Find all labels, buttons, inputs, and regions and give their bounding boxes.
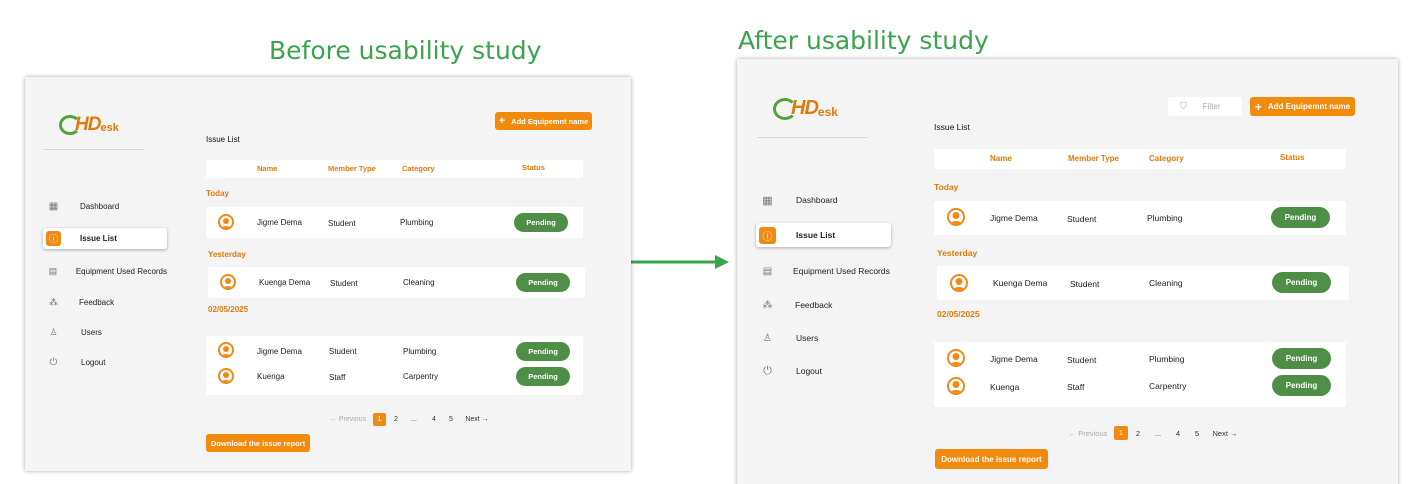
feedback-icon: ⁂ [49,296,58,307]
avatar-icon [218,342,234,358]
status-badge: Pending [1271,207,1330,228]
arrow-right-icon [631,255,729,269]
status-badge: Pending [1272,375,1331,396]
plus-icon: + [498,115,506,127]
pager-page-5[interactable]: 5 [444,416,458,423]
status-badge: Pending [516,342,570,361]
feedback-icon: ⁂ [762,299,773,311]
comparison-stage: Before usability study After usability s… [0,0,1410,484]
after-screen: HD esk ▦ Dashboard ⓘ Issue List ▤ Equipm… [737,59,1398,484]
pagination: ← Previous 1 2 ... 4 5 Next → [1067,426,1240,440]
group-label-today: Today [206,189,229,198]
pagination: ← Previous 1 2 ... 4 5 Next → [327,413,492,426]
group-label-yesterday: Yesterday [208,250,246,259]
sidebar-item-logout[interactable]: ⏻ Logout [756,361,891,381]
pager-previous[interactable]: ← Previous [327,416,369,423]
avatar-icon [947,208,965,226]
filter-button[interactable]: ⛉ Filter [1168,97,1242,116]
table-row[interactable]: Jigme Dema Student Plumbing Pending [934,201,1346,235]
add-equipment-button[interactable]: + Add Equipemnt name [1250,97,1355,116]
funnel-icon: ⛉ [1180,101,1187,111]
records-icon: ▤ [48,265,58,276]
pager-previous[interactable]: ← Previous [1067,429,1109,438]
users-icon: ♙ [49,326,58,337]
page-title: Issue List [934,122,970,132]
group-label-today: Today [934,182,959,192]
sidebar-item-issue-list[interactable]: ⓘ Issue List [43,228,167,249]
sidebar-item-equipment-records[interactable]: ▤ Equipment Used Records [43,262,167,280]
plus-icon: + [1254,99,1262,114]
pager-ellipsis: ... [411,416,417,423]
sidebar-item-users[interactable]: ♙ Users [756,328,891,348]
group-label-date: 02/05/2025 [208,305,249,314]
before-heading: Before usability study [269,36,542,65]
sidebar-item-dashboard[interactable]: ▦ Dashboard [756,189,891,211]
avatar-icon [218,214,234,230]
power-icon: ⏻ [763,364,772,377]
status-badge: Pending [1272,348,1331,369]
sidebar-item-equipment-records[interactable]: ▤ Equipment Used Records [756,261,891,281]
info-icon: ⓘ [759,226,776,244]
logo: HD esk [59,114,119,136]
table-header: Name Member Type Category Status [206,160,583,178]
pager-page-4[interactable]: 4 [427,416,441,423]
avatar-icon [220,274,236,290]
avatar-icon [947,377,965,395]
power-icon: ⏻ [49,356,58,368]
users-icon: ♙ [763,332,772,344]
sidebar-item-users[interactable]: ♙ Users [43,323,167,341]
group-label-yesterday: Yesterday [937,248,978,258]
pager-page-2[interactable]: 2 [389,416,403,423]
sidebar-divider [43,149,144,150]
table-row[interactable]: Kuenga Dema Student Cleaning Pending [208,267,585,298]
pager-next[interactable]: Next → [1210,429,1240,438]
avatar-icon [947,349,965,367]
status-badge: Pending [516,367,570,386]
pager-page-4[interactable]: 4 [1171,429,1185,438]
add-equipment-button[interactable]: + Add Equipemnt name [495,112,592,130]
after-heading: After usability study [738,26,989,55]
sidebar-divider [757,137,868,138]
dashboard-icon: ▦ [48,200,59,212]
table-header: Name Member Type Category Status [934,149,1346,169]
page-title: Issue List [206,135,240,144]
table-row[interactable]: Kuenga Dema Student Cleaning Pending [937,266,1349,300]
records-icon: ▤ [762,265,773,277]
sidebar-item-dashboard[interactable]: ▦ Dashboard [43,195,167,217]
pager-next[interactable]: Next → [462,416,492,423]
table-group-panel: Jigme Dema Student Plumbing Pending Kuen… [934,342,1346,407]
sidebar-item-logout[interactable]: ⏻ Logout [43,353,167,371]
sidebar-item-feedback[interactable]: ⁂ Feedback [756,295,891,315]
download-report-button[interactable]: Download the issue report [935,449,1048,469]
table-row[interactable]: Jigme Dema Student Plumbing Pending [206,207,583,238]
table-group-panel: Jigme Dema Student Plumbing Pending Kuen… [206,336,583,395]
pager-ellipsis: ... [1154,428,1162,438]
logo: HD esk [773,97,838,120]
pager-page-1[interactable]: 1 [373,413,386,426]
download-report-button[interactable]: Download the issue report [206,434,310,452]
avatar-icon [218,368,234,384]
pager-page-1[interactable]: 1 [1114,426,1128,440]
group-label-date: 02/05/2025 [937,309,980,319]
before-screen: HD esk ▦ Dashboard ⓘ Issue List ▤ Equipm… [25,77,631,471]
status-badge: Pending [1272,272,1331,293]
status-badge: Pending [516,273,570,292]
sidebar-item-feedback[interactable]: ⁂ Feedback [43,293,167,311]
status-badge: Pending [514,213,568,232]
dashboard-icon: ▦ [762,194,773,207]
sidebar-item-issue-list[interactable]: ⓘ Issue List [756,223,891,247]
pager-page-5[interactable]: 5 [1190,429,1204,438]
avatar-icon [950,274,968,292]
pager-page-2[interactable]: 2 [1131,429,1145,438]
info-icon: ⓘ [46,231,61,246]
